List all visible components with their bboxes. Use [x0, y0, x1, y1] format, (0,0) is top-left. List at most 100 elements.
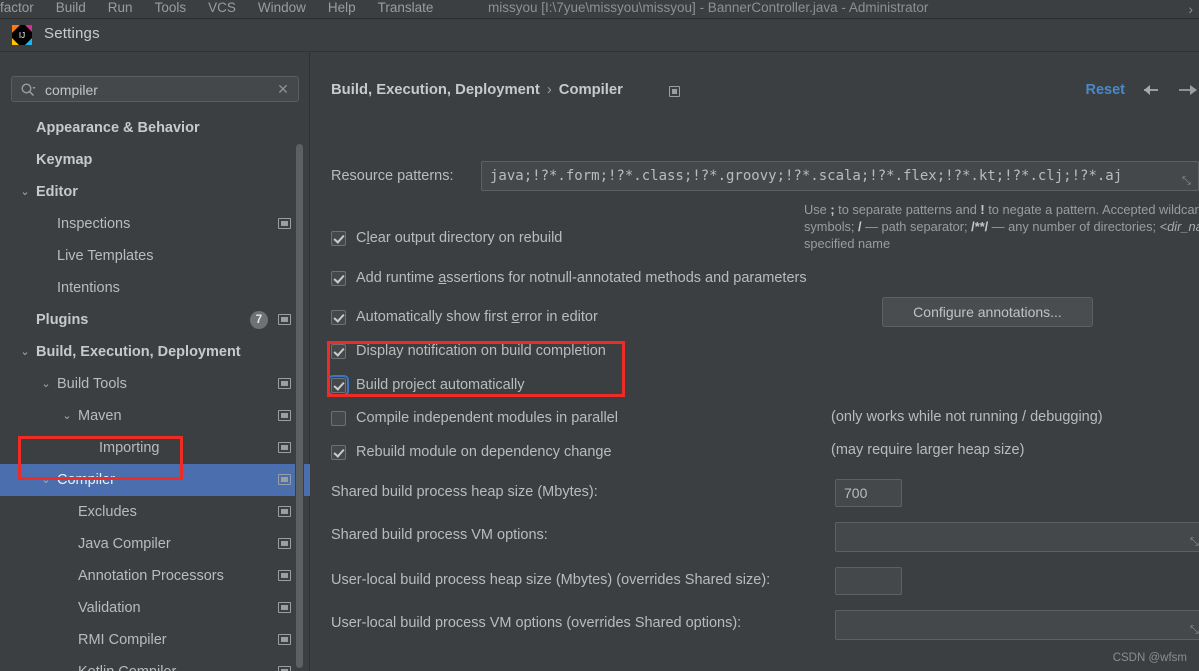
project-scope-icon[interactable]: [669, 86, 680, 97]
project-scope-icon[interactable]: [278, 474, 291, 485]
sidebar-item-java-compiler[interactable]: Java Compiler: [0, 528, 310, 560]
expand-icon[interactable]: ⤡: [1182, 175, 1194, 187]
project-scope-icon[interactable]: [278, 410, 291, 421]
settings-tree[interactable]: Appearance & Behavior Keymap ⌄ Editor Inspec…: [0, 112, 310, 671]
sidebar-item-plugins[interactable]: Plugins 7: [0, 304, 310, 336]
sidebar-item-label: RMI Compiler: [78, 632, 167, 648]
checkbox-label: Rebuild module on dependency change: [356, 444, 612, 460]
settings-sidebar: ✕ Appearance & Behavior Keymap ⌄ Editor Insp…: [0, 53, 310, 671]
project-scope-icon[interactable]: [278, 314, 291, 325]
checkbox-input[interactable]: [331, 270, 346, 286]
ide-menu-item[interactable]: Window: [258, 0, 306, 15]
expand-icon[interactable]: ⤡: [1190, 536, 1199, 548]
project-scope-icon[interactable]: [278, 666, 291, 671]
ide-menu-item[interactable]: Run: [108, 0, 133, 15]
input-shared-build-process-heap-size-mbytes[interactable]: 700: [835, 479, 902, 507]
chevron-down-icon[interactable]: ⌄: [18, 185, 32, 199]
chevron-down-icon[interactable]: ⌄: [39, 473, 53, 487]
checkbox-input[interactable]: [331, 230, 346, 246]
chevron-down-icon[interactable]: ⌄: [39, 377, 53, 391]
checkbox-display-notification-on-build-completion[interactable]: Display notification on build completion: [331, 343, 606, 359]
checkbox-add-runtime-assertions-for-notnull-annotated-methods-and-parameters[interactable]: Add runtime assertions for notnull-annot…: [331, 270, 807, 286]
sidebar-item-build-execution-deployment[interactable]: ⌄ Build, Execution, Deployment: [0, 336, 310, 368]
ide-menu-item[interactable]: Help: [328, 0, 356, 15]
sidebar-item-compiler[interactable]: ⌄ Compiler: [0, 464, 310, 496]
arrow-right-icon[interactable]: [1179, 81, 1199, 99]
label-user-local-build-process-vm-options-overrides-shared-options: User-local build process VM options (ove…: [331, 615, 742, 631]
sidebar-item-keymap[interactable]: Keymap: [0, 144, 310, 176]
sidebar-item-build-tools[interactable]: ⌄ Build Tools: [0, 368, 310, 400]
project-scope-icon[interactable]: [278, 218, 291, 229]
search-input[interactable]: [45, 77, 270, 103]
checkbox-clear-output-directory-on-rebuild[interactable]: Clear output directory on rebuild: [331, 230, 562, 246]
ide-menubar[interactable]: factor Build Run Tools VCS Window Help Translat…: [0, 0, 455, 15]
checkbox-automatically-show-first-error-in-editor[interactable]: Automatically show first error in editor: [331, 309, 598, 325]
project-scope-icon[interactable]: [278, 378, 291, 389]
sidebar-item-label: Annotation Processors: [78, 568, 224, 584]
expand-icon[interactable]: ⤡: [1190, 624, 1199, 636]
ide-menu-item[interactable]: Tools: [155, 0, 187, 15]
intellij-idea-logo-icon: IJ: [12, 25, 32, 45]
settings-window: factor Build Run Tools VCS Window Help Translat…: [0, 0, 1199, 671]
resource-patterns-field[interactable]: java;!?*.form;!?*.class;!?*.groovy;!?*.s…: [481, 161, 1199, 191]
sidebar-item-appearance-behavior[interactable]: Appearance & Behavior: [0, 112, 310, 144]
chevron-down-icon[interactable]: ⌄: [18, 345, 32, 359]
checkbox-input[interactable]: [331, 444, 346, 460]
sidebar-item-maven[interactable]: ⌄ Maven: [0, 400, 310, 432]
checkbox-label: Display notification on build completion: [356, 343, 606, 359]
ide-menu-item[interactable]: Build: [56, 0, 86, 15]
configure-annotations-button[interactable]: Configure annotations...: [882, 297, 1093, 327]
breadcrumb-leaf: Compiler: [558, 82, 623, 98]
chevron-right-icon[interactable]: ›: [1188, 1, 1193, 17]
label-user-local-build-process-heap-size-mbytes-overrides-shared-size: User-local build process heap size (Mbyt…: [331, 572, 771, 588]
project-scope-icon[interactable]: [278, 442, 291, 453]
sidebar-item-label: Keymap: [36, 152, 93, 168]
checkbox-compile-independent-modules-in-parallel[interactable]: Compile independent modules in parallel: [331, 410, 618, 426]
sidebar-item-label: Plugins: [36, 312, 89, 328]
checkbox-input[interactable]: [331, 309, 346, 325]
project-scope-icon[interactable]: [278, 634, 291, 645]
reset-button[interactable]: Reset: [1086, 82, 1126, 98]
checkbox-build-project-automatically[interactable]: Build project automatically: [328, 374, 525, 396]
sidebar-item-inspections[interactable]: Inspections: [0, 208, 310, 240]
resource-patterns-label: Resource patterns:: [331, 168, 454, 184]
checkbox-input[interactable]: [331, 343, 346, 359]
project-scope-icon[interactable]: [278, 506, 291, 517]
breadcrumb-root[interactable]: Build, Execution, Deployment: [331, 82, 540, 98]
ide-menu-item[interactable]: Translate: [378, 0, 434, 15]
ide-menu-item[interactable]: VCS: [208, 0, 236, 15]
sidebar-item-rmi-compiler[interactable]: RMI Compiler: [0, 624, 310, 656]
checkbox-input[interactable]: [328, 374, 349, 396]
sidebar-item-excludes[interactable]: Excludes: [0, 496, 310, 528]
search-box[interactable]: ✕: [11, 76, 299, 103]
settings-content: Build, Execution, Deployment › Compiler Re…: [311, 53, 1199, 671]
ide-menu-item[interactable]: factor: [0, 0, 34, 15]
checkbox-label: Build project automatically: [356, 377, 525, 393]
arrow-left-icon[interactable]: [1141, 81, 1161, 99]
sidebar-item-validation[interactable]: Validation: [0, 592, 310, 624]
sidebar-item-live-templates[interactable]: Live Templates: [0, 240, 310, 272]
sidebar-scrollbar[interactable]: [295, 113, 304, 671]
checkbox-label: Clear output directory on rebuild: [356, 230, 563, 246]
auto-build-note: (only works while not running / debuggin…: [831, 409, 1103, 425]
project-scope-icon[interactable]: [278, 602, 291, 613]
sidebar-item-intentions[interactable]: Intentions: [0, 272, 310, 304]
sidebar-item-label: Build, Execution, Deployment: [36, 344, 241, 360]
sidebar-item-editor[interactable]: ⌄ Editor: [0, 176, 310, 208]
sidebar-item-label: Importing: [99, 440, 160, 456]
input-shared-build-process-vm-options[interactable]: ⤡: [835, 522, 1199, 552]
sidebar-item-importing[interactable]: Importing: [0, 432, 310, 464]
input-user-local-build-process-heap-size-mbytes-overrides-shared-size[interactable]: [835, 567, 902, 595]
sidebar-item-label: Appearance & Behavior: [36, 120, 200, 136]
checkbox-input[interactable]: [331, 410, 346, 426]
sidebar-item-annotation-processors[interactable]: Annotation Processors: [0, 560, 310, 592]
project-scope-icon[interactable]: [278, 570, 291, 581]
sidebar-item-kotlin-compiler[interactable]: Kotlin Compiler: [0, 656, 310, 671]
checkbox-rebuild-module-on-dependency-change[interactable]: Rebuild module on dependency change: [331, 444, 612, 460]
search-icon: [20, 82, 36, 98]
sidebar-scrollbar-thumb[interactable]: [296, 144, 303, 668]
clear-search-icon[interactable]: ✕: [275, 81, 291, 97]
chevron-down-icon[interactable]: ⌄: [60, 409, 74, 423]
project-scope-icon[interactable]: [278, 538, 291, 549]
input-user-local-build-process-vm-options-overrides-shared-options[interactable]: ⤡: [835, 610, 1199, 640]
